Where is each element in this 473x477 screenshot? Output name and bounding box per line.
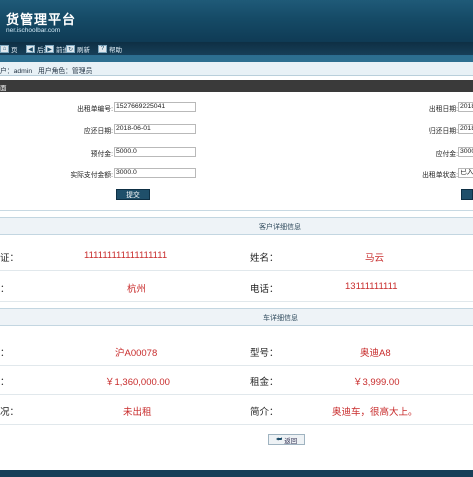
phone-label: 电话： [250, 284, 279, 295]
car-detail-header: 车详细信息 [0, 308, 473, 326]
toolbar-home-button[interactable]: ⌂ 页 [0, 44, 18, 54]
order-no-field[interactable]: 1527669225041 [114, 102, 196, 112]
return-date-field[interactable]: 2018 [458, 124, 473, 134]
customer-name-value: 马云 [365, 253, 385, 264]
table-row: ： 杭州 电话： 13111111111 [0, 273, 473, 302]
help-icon: ? [98, 45, 107, 53]
toolbar-refresh-button[interactable]: ↻ 刷新 [66, 44, 90, 54]
user-role: 用户角色：管理员 [38, 68, 93, 75]
address-value: 杭州 [127, 284, 147, 295]
phone-value: 13111111111 [345, 281, 398, 292]
refresh-icon: ↻ [66, 45, 75, 53]
rent-value: ￥3,999.00 [353, 377, 400, 388]
price-value: ￥1,360,000.00 [105, 377, 170, 388]
form-section-header: 面 [0, 80, 473, 92]
app-url: ner.ischoolbar.com [6, 27, 61, 34]
footer-bar [0, 470, 473, 477]
back-icon: ◀ [26, 45, 35, 53]
app-title: 货管理平台 [6, 12, 77, 27]
model-value: 奥迪A8 [360, 348, 391, 359]
toolbar-help-label: 帮助 [109, 47, 122, 54]
forward-icon: ▶ [45, 45, 54, 53]
order-date-field[interactable]: 2018 [458, 102, 473, 112]
payable-label: 应付金: [435, 151, 458, 158]
customer-detail-title: 客户详细信息 [259, 224, 301, 231]
car-detail-title: 车详细信息 [263, 315, 298, 322]
table-row: ： ￥1,360,000.00 租金： ￥3,999.00 [0, 366, 473, 395]
order-no-label: 出租单编号: [77, 106, 113, 113]
id-card-value: 111111111111111111 [84, 250, 168, 261]
app-header: 货管理平台 ner.ischoolbar.com [0, 0, 473, 42]
deposit-field[interactable]: 5000.0 [114, 147, 196, 157]
submit-button[interactable]: 提交 [116, 189, 150, 200]
address-label: ： [0, 284, 10, 295]
customer-name-label: 姓名： [250, 253, 279, 264]
description-value: 奥迪车，很高大上。 [332, 407, 418, 418]
plate-value: 沪A00078 [115, 348, 158, 359]
status-select[interactable]: 已入 [458, 168, 473, 178]
return-arrow-icon: ⮨ [275, 435, 283, 443]
toolbar: ⌂ 页 ◀ 后退 ▶ 前进 ↻ 刷新 ? 帮助 [0, 42, 473, 56]
paid-amount-label: 实际支付金额: [70, 172, 113, 179]
plate-label: ： [0, 348, 10, 359]
payable-field[interactable]: 3000 [458, 147, 473, 157]
rent-label: 租金： [250, 377, 279, 388]
table-row: 况： 未出租 简介： 奥迪车，很高大上。 [0, 396, 473, 425]
table-row: ： 沪A00078 型号： 奥迪A8 [0, 337, 473, 366]
car-status-label: 况： [0, 407, 20, 418]
paid-amount-field[interactable]: 3000.0 [114, 168, 196, 178]
description-label: 简介： [250, 407, 279, 418]
form-section-title: 面 [0, 85, 7, 92]
due-date-label: 应还日期: [83, 128, 113, 135]
model-label: 型号： [250, 348, 279, 359]
toolbar-help-button[interactable]: ? 帮助 [98, 44, 122, 54]
toolbar-home-label: 页 [11, 47, 18, 54]
back-button[interactable]: ⮨ 返回 [268, 434, 305, 445]
id-card-label: 证： [0, 253, 20, 264]
due-date-field[interactable]: 2018-06-01 [114, 124, 196, 134]
toolbar-refresh-label: 刷新 [77, 47, 90, 54]
return-date-label: 归还日期: [428, 128, 458, 135]
customer-detail-header: 客户详细信息 [0, 217, 473, 235]
home-icon: ⌂ [0, 45, 9, 53]
user-info-bar: 户：admin 用户角色：管理员 [0, 62, 473, 76]
table-row: 证： 111111111111111111 姓名： 马云 [0, 242, 473, 271]
current-user: 户：admin [0, 68, 33, 75]
car-status-value: 未出租 [123, 407, 152, 418]
order-date-label: 出租日期: [428, 106, 458, 113]
deposit-label: 预付金: [90, 151, 113, 158]
submit-button-right[interactable] [461, 189, 473, 200]
back-button-label: 返回 [284, 437, 298, 445]
price-label: ： [0, 377, 10, 388]
rental-order-form: 出租单编号: 1527669225041 出租日期: 2018 应还日期: 20… [0, 92, 473, 210]
status-label: 出租单状态: [422, 172, 458, 179]
